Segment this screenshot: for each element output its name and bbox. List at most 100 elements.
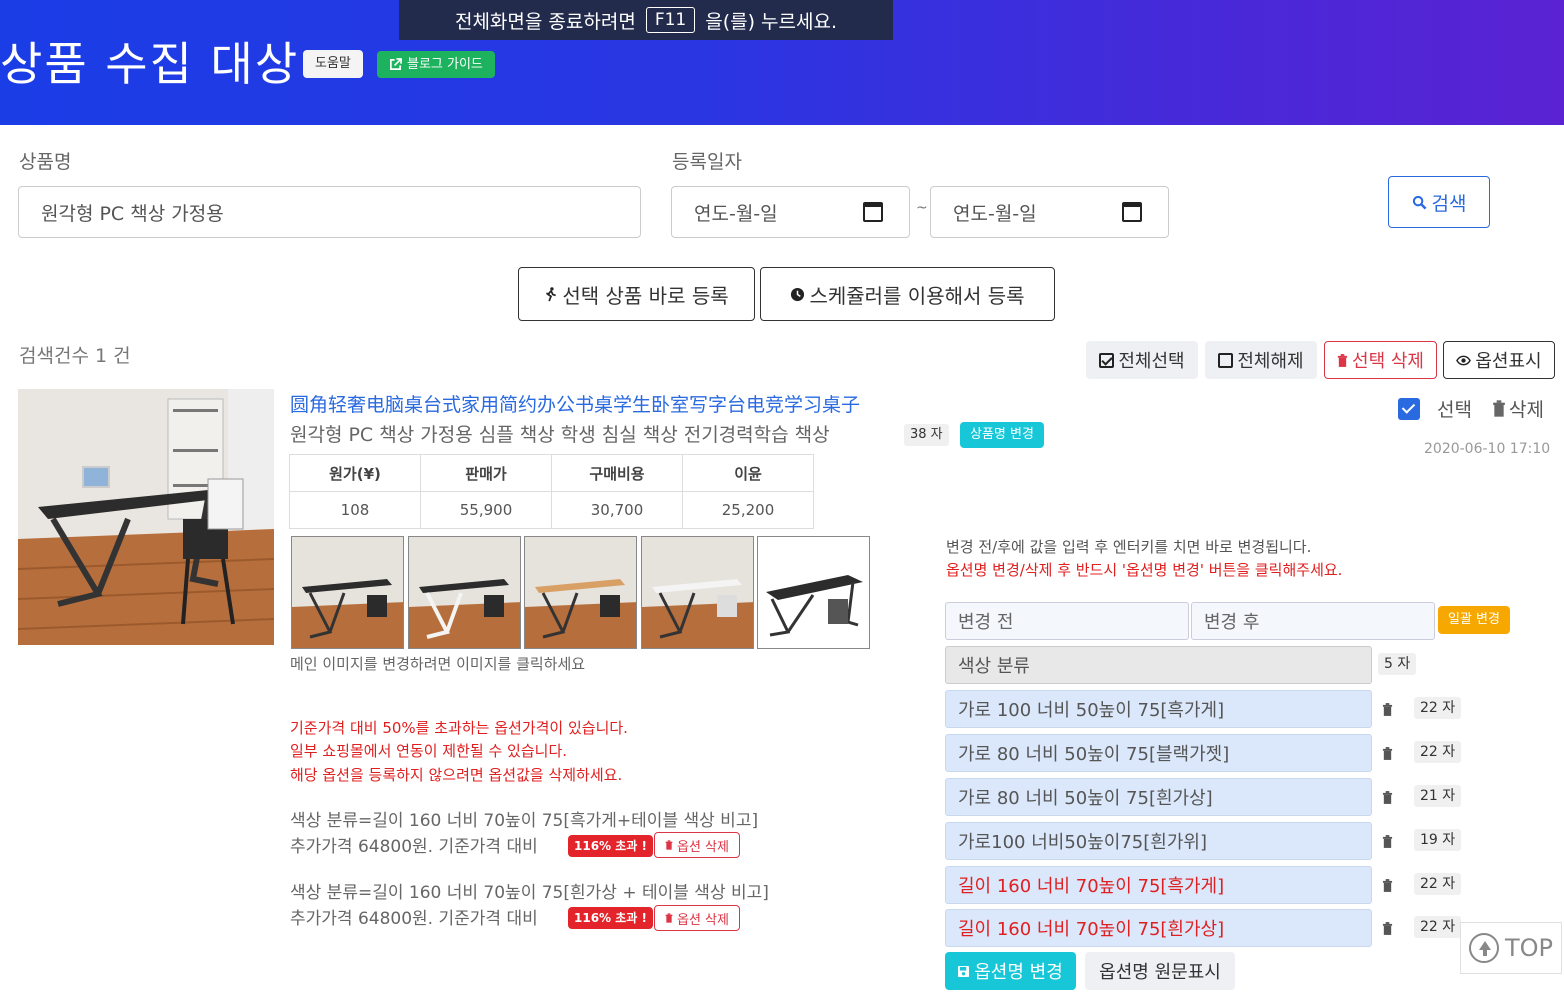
product-name-input[interactable]: 원각형 PC 책상 가정용 <box>18 186 641 238</box>
over-option-price: 추가가격 64800원. 기준가격 대비 <box>290 837 538 857</box>
option-delete-button[interactable]: 옵션 삭제 <box>654 905 740 931</box>
date-from-input[interactable]: 연도-월-일 <box>671 186 910 238</box>
clock-icon <box>791 287 805 301</box>
desk-thumbnail <box>409 537 520 648</box>
date-to-placeholder: 연도-월-일 <box>953 202 1037 225</box>
thumbnail-image[interactable] <box>757 536 870 649</box>
fullscreen-notice: 전체화면을 종료하려면 F11 을(를) 누르세요. <box>399 0 893 40</box>
delete-selected-button[interactable]: 선택 삭제 <box>1324 341 1437 379</box>
product-select-label: 선택 <box>1437 399 1472 421</box>
date-separator: ~ <box>916 200 928 216</box>
deselect-all-label: 전체해제 <box>1237 351 1304 372</box>
title-char-count-badge: 38 자 <box>904 424 949 446</box>
date-to-input[interactable]: 연도-월-일 <box>930 186 1169 238</box>
option-char-count: 21 자 <box>1414 785 1462 807</box>
desk-thumbnail <box>642 537 753 648</box>
thumbnail-image[interactable] <box>524 536 637 649</box>
trash-icon[interactable] <box>1382 835 1393 848</box>
scroll-top-button[interactable]: TOP <box>1460 922 1562 974</box>
result-count: 검색건수 1 건 <box>19 345 131 367</box>
blog-guide-button[interactable]: 블로그 가이드 <box>377 51 495 78</box>
help-button[interactable]: 도움말 <box>303 50 363 78</box>
option-value-input[interactable]: 길이 160 너비 70높이 75[흰가상] <box>945 909 1372 947</box>
calendar-icon[interactable] <box>863 202 883 222</box>
search-button-label: 검색 <box>1431 192 1467 215</box>
option-value-input[interactable]: 가로 100 너비 50높이 75[흑가게] <box>945 690 1372 728</box>
price-value-cost: 108 <box>289 491 421 529</box>
product-delete-button[interactable]: 삭제 <box>1492 395 1544 422</box>
product-cn-title-link[interactable]: 圆角轻奢电脑桌台式家用简约办公书桌学生卧室写字台电竞学习桌子 <box>290 390 860 417</box>
price-table-header-row: 원가(¥) 판매가 구매비용 이윤 <box>289 454 814 492</box>
scroll-top-label: TOP <box>1504 934 1554 962</box>
product-date: 2020-06-10 17:10 <box>1424 441 1551 457</box>
price-header-purchase: 구매비용 <box>551 454 683 492</box>
trash-icon[interactable] <box>1382 922 1393 935</box>
product-name-label: 상품명 <box>19 151 72 173</box>
rename-product-button[interactable]: 상품명 변경 <box>960 422 1044 448</box>
price-table-value-row: 108 55,900 30,700 25,200 <box>289 491 814 529</box>
options-info-line: 변경 전/후에 값을 입력 후 엔터키를 치면 바로 변경됩니다. <box>946 538 1312 556</box>
option-value-input[interactable]: 가로 80 너비 50높이 75[블랙가젯] <box>945 734 1372 772</box>
option-char-count: 5 자 <box>1378 653 1417 675</box>
over-percent-badge: 116% 초과 ! <box>568 907 653 929</box>
trash-icon <box>665 840 673 850</box>
price-table: 원가(¥) 판매가 구매비용 이윤 108 55,900 30,700 25,2… <box>289 454 814 529</box>
calendar-icon[interactable] <box>1122 202 1142 222</box>
option-char-count: 22 자 <box>1414 741 1462 763</box>
over-option-name: 색상 분류=길이 160 너비 70높이 75[흰가상 + 테이블 색상 비고] <box>290 883 769 903</box>
options-info-warning: 옵션명 변경/삭제 후 반드시 '옵션명 변경' 버튼을 클릭해주세요. <box>946 561 1343 579</box>
trash-icon[interactable] <box>1382 879 1393 892</box>
product-select-checkbox[interactable] <box>1398 398 1420 420</box>
bulk-change-button[interactable]: 일괄 변경 <box>1438 606 1510 634</box>
trash-icon <box>1493 400 1505 417</box>
checked-box-icon <box>1099 352 1115 368</box>
thumbnail-image[interactable] <box>641 536 754 649</box>
option-delete-label: 옵션 삭제 <box>677 912 729 928</box>
option-char-count: 22 자 <box>1414 697 1462 719</box>
register-now-button[interactable]: 선택 상품 바로 등록 <box>518 267 755 321</box>
product-main-image[interactable] <box>18 389 274 645</box>
option-value-input[interactable]: 가로100 너비50높이75[흰가위] <box>945 822 1372 860</box>
show-options-label: 옵션표시 <box>1475 351 1542 372</box>
thumbnail-image[interactable] <box>291 536 404 649</box>
search-button[interactable]: 검색 <box>1388 176 1490 228</box>
price-header-cost: 원가(¥) <box>289 454 421 492</box>
desk-thumbnail <box>758 537 869 648</box>
over-percent-badge: 116% 초과 ! <box>568 835 653 857</box>
blog-guide-label: 블로그 가이드 <box>407 57 483 72</box>
option-category-input[interactable]: 색상 분류 <box>945 646 1372 684</box>
show-original-options-button[interactable]: 옵션명 원문표시 <box>1085 952 1235 990</box>
deselect-all-button[interactable]: 전체해제 <box>1205 341 1317 379</box>
over-option-price: 추가가격 64800원. 기준가격 대비 <box>290 909 538 929</box>
price-header-profit: 이윤 <box>682 454 814 492</box>
page-title: 상품 수집 대상 <box>0 37 300 91</box>
trash-icon[interactable] <box>1382 747 1393 760</box>
select-all-button[interactable]: 전체선택 <box>1086 341 1198 379</box>
register-scheduler-label: 스케쥴러를 이용해서 등록 <box>809 283 1025 308</box>
option-delete-button[interactable]: 옵션 삭제 <box>654 832 740 858</box>
eye-icon <box>1456 355 1472 365</box>
option-value-input[interactable]: 가로 80 너비 50높이 75[흰가상] <box>945 778 1372 816</box>
delete-selected-label: 선택 삭제 <box>1352 351 1424 372</box>
thumbnail-image[interactable] <box>408 536 521 649</box>
option-before-input[interactable]: 변경 전 <box>945 602 1189 640</box>
date-label: 등록일자 <box>672 151 742 173</box>
product-delete-label: 삭제 <box>1509 399 1544 421</box>
price-warning-line: 기준가격 대비 50%를 초과하는 옵션가격이 있습니다. <box>290 719 628 737</box>
trash-icon <box>1337 353 1348 367</box>
option-value-input[interactable]: 길이 160 너비 70높이 75[흑가게] <box>945 866 1372 904</box>
trash-icon[interactable] <box>1382 703 1393 716</box>
product-kr-title[interactable]: 원각형 PC 책상 가정용 심플 책상 학생 침실 책상 전기경력학습 책상 <box>290 420 830 447</box>
show-options-button[interactable]: 옵션표시 <box>1443 341 1555 379</box>
fullscreen-notice-suffix: 을(를) 누르세요. <box>705 10 838 33</box>
rename-options-button[interactable]: 옵션명 변경 <box>945 952 1076 990</box>
register-scheduler-button[interactable]: 스케쥴러를 이용해서 등록 <box>760 267 1055 321</box>
option-after-input[interactable]: 변경 후 <box>1191 602 1435 640</box>
date-from-placeholder: 연도-월-일 <box>694 202 778 225</box>
trash-icon[interactable] <box>1382 791 1393 804</box>
trash-icon <box>665 913 673 923</box>
option-char-count: 22 자 <box>1414 873 1462 895</box>
price-value-purchase: 30,700 <box>551 491 683 529</box>
rename-options-label: 옵션명 변경 <box>974 962 1063 983</box>
desk-thumbnail <box>292 537 403 648</box>
